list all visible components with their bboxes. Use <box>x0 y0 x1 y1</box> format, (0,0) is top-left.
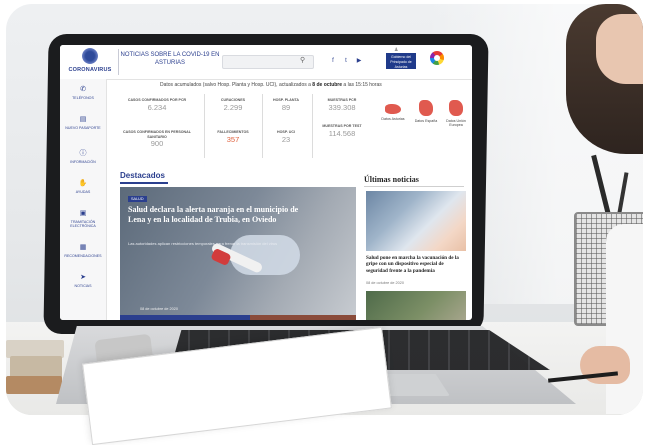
map-asturias-link[interactable]: Datos Asturias <box>378 104 408 121</box>
stat-value: 23 <box>281 134 291 144</box>
stat-value: 6.234 <box>147 102 167 112</box>
stat-value: 357 <box>226 134 240 144</box>
news-image[interactable] <box>366 191 466 251</box>
header-divider <box>118 49 119 75</box>
hand-icon: ✋ <box>78 180 88 187</box>
sidebar-item-label: RECOMENDACIONES <box>64 254 102 258</box>
search-icon[interactable]: ⚲ <box>300 56 305 64</box>
sidebar-item-label: TELÉFONOS <box>72 96 94 100</box>
news-image[interactable] <box>366 291 466 320</box>
featured-section-title: Destacados <box>120 171 165 180</box>
stat-label: MUESTRAS POR TEST <box>322 124 362 128</box>
featured-date: 08 de octubre de 2020 <box>140 307 179 311</box>
sidebar-item-telefonos[interactable]: ✆ TELÉFONOS <box>60 85 106 100</box>
map-label: Datos Asturias <box>381 117 405 121</box>
stat-value: 339.308 <box>328 102 356 112</box>
sidebar-item-label: INFORMACIÓN <box>70 160 96 164</box>
stat-staff: CASOS CONFIRMADOS EN PERSONAL SANITARIO … <box>118 130 196 148</box>
featured-title[interactable]: Salud declara la alerta naranja en el mu… <box>128 205 308 225</box>
stat-samples: MUESTRAS PCR 339.308 <box>316 98 368 112</box>
carousel-strip <box>250 315 356 320</box>
header-title: NOTICIAS SOBRE LA COVID-19 EN ASTURIAS <box>120 52 220 66</box>
book <box>10 356 62 378</box>
notice-date: 8 de octubre <box>312 82 343 88</box>
stat-tests: MUESTRAS POR TEST 114.568 <box>316 124 368 138</box>
stat-label: CASOS CONFIRMADOS POR PCR <box>127 98 187 102</box>
featured-underline <box>120 182 168 184</box>
info-icon: ⓘ <box>79 150 87 157</box>
facebook-icon[interactable]: f <box>328 56 338 66</box>
phone-icon: ✆ <box>80 86 86 93</box>
map-label: Datos España <box>414 119 438 123</box>
stats-panel: CASOS CONFIRMADOS POR PCR 6.234 CASOS CO… <box>116 92 466 164</box>
site-logo[interactable]: CORONAVIRUS <box>66 48 114 78</box>
laptop-screen: CORONAVIRUS NOTICIAS SOBRE LA COVID-19 E… <box>60 45 472 320</box>
sidebar-item-recomendaciones[interactable]: ▦ RECOMENDACIONES <box>60 243 106 258</box>
calendar-icon: ▤ <box>79 116 87 123</box>
person-sleeve <box>606 224 643 414</box>
europe-map-icon <box>449 100 463 116</box>
monitor-icon: ▣ <box>79 210 87 217</box>
stat-value: 2.299 <box>223 102 243 112</box>
book <box>6 376 62 394</box>
person-face <box>596 14 643 84</box>
featured-tag[interactable]: SALUD <box>128 196 147 202</box>
stats-divider <box>312 94 313 158</box>
stat-uci: HOSP. UCI 23 <box>266 130 306 144</box>
notice-prefix: Datos acumulados (salvo Hosp. Planta y H… <box>160 82 311 88</box>
virus-logo-icon <box>82 48 98 64</box>
site-header: CORONAVIRUS NOTICIAS SOBRE LA COVID-19 E… <box>60 45 472 80</box>
youtube-icon[interactable]: ▶ <box>354 56 364 66</box>
sdg-ring-icon[interactable] <box>430 51 444 65</box>
sidebar-item-noticias[interactable]: ➤ NOTICIAS <box>60 273 106 288</box>
stat-pcr: CASOS CONFIRMADOS POR PCR 6.234 <box>118 98 196 112</box>
sidebar-item-pasaporte[interactable]: ▤ NUEVO PASAPORTE <box>60 115 106 130</box>
news-item-title[interactable]: Salud pone en marcha la vacunación de la… <box>366 255 466 274</box>
clipboard-icon: ▦ <box>79 244 87 251</box>
sidebar-item-ayudas[interactable]: ✋ AYUDAS <box>60 179 106 194</box>
stats-divider <box>262 94 263 158</box>
sidebar-item-informacion[interactable]: ⓘ INFORMACIÓN <box>60 149 106 164</box>
update-notice: Datos acumulados (salvo Hosp. Planta y H… <box>160 82 460 88</box>
sidebar-item-label: TRAMITACIÓN ELECTRÓNICA <box>70 220 96 228</box>
featured-description: Las autoridades aplican restricciones te… <box>128 241 278 246</box>
stat-label: CASOS CONFIRMADOS EN PERSONAL SANITARIO <box>123 130 191 139</box>
spain-map-icon <box>419 100 433 116</box>
stats-divider <box>204 94 205 158</box>
stat-value: 114.568 <box>328 128 356 138</box>
stat-plant: HOSP. PLANTA 89 <box>266 98 306 112</box>
map-label: Datos Unión Europea <box>446 119 466 127</box>
sidebar-item-label: NOTICIAS <box>74 284 92 288</box>
stat-value: 89 <box>281 102 291 112</box>
news-divider <box>364 186 464 187</box>
stat-cured: CURACIONES 2.299 <box>210 98 256 112</box>
covid-website: CORONAVIRUS NOTICIAS SOBRE LA COVID-19 E… <box>60 45 472 320</box>
notice-suffix: a las 15:15 horas <box>343 82 382 88</box>
map-eu-link[interactable]: Datos Unión Europea <box>442 100 470 127</box>
sidebar-item-label: NUEVO PASAPORTE <box>65 126 101 130</box>
government-badge[interactable]: Gobierno del Principado de Asturias <box>386 53 416 69</box>
logo-text: CORONAVIRUS <box>68 67 112 73</box>
asturias-map-icon <box>385 104 401 114</box>
sidebar-item-label: AYUDAS <box>75 190 91 194</box>
news-item-date: 08 de octubre de 2020 <box>366 281 405 285</box>
sidebar: ✆ TELÉFONOS ▤ NUEVO PASAPORTE ⓘ INFORMAC… <box>60 79 107 320</box>
news-icon: ➤ <box>80 274 86 281</box>
twitter-icon[interactable]: t <box>341 56 351 66</box>
map-spain-link[interactable]: Datos España <box>412 100 440 123</box>
latest-news-title: Últimas noticias <box>364 175 419 184</box>
sidebar-item-tramitacion[interactable]: ▣ TRAMITACIÓN ELECTRÓNICA <box>60 209 106 228</box>
stat-value: 900 <box>150 139 164 148</box>
stat-deaths: FALLECIMIENTOS 357 <box>210 130 256 144</box>
